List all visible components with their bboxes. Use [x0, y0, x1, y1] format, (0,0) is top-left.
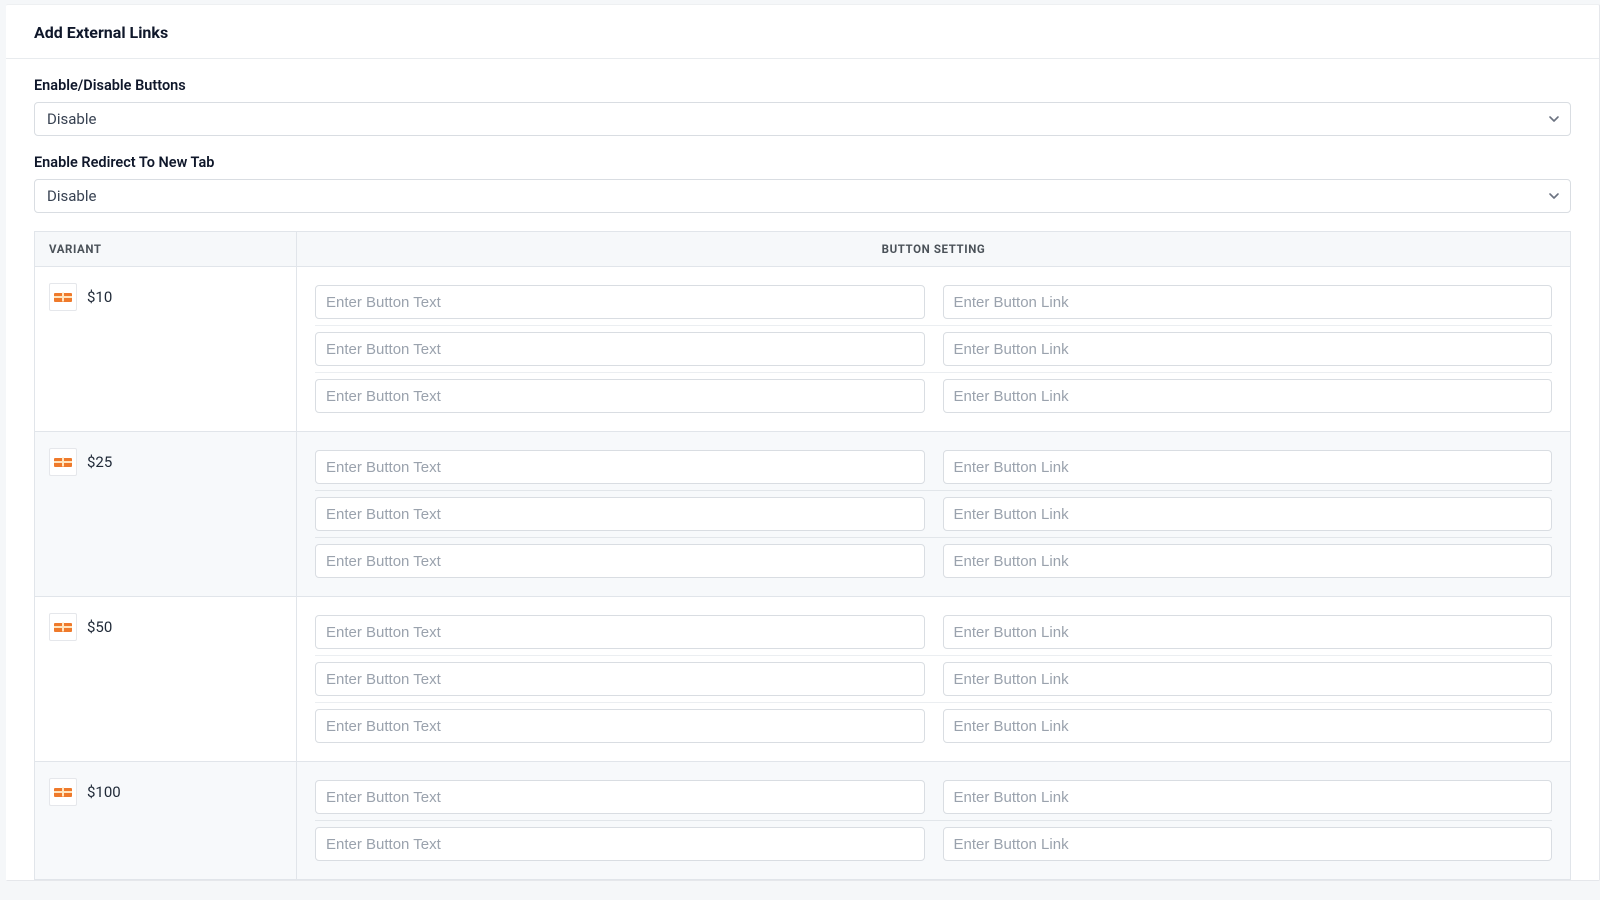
giftcard-icon: [49, 448, 77, 476]
variant-name: $50: [87, 618, 112, 636]
button-link-input[interactable]: [943, 332, 1553, 366]
button-setting-cell: [297, 762, 1571, 880]
giftcard-icon: [49, 613, 77, 641]
button-link-input[interactable]: [943, 285, 1553, 319]
button-link-input[interactable]: [943, 780, 1553, 814]
button-setting-row: [315, 702, 1552, 749]
button-text-input[interactable]: [315, 780, 925, 814]
button-link-input[interactable]: [943, 450, 1553, 484]
button-setting-row: [315, 820, 1552, 867]
variant-cell: $10: [35, 267, 297, 432]
button-setting-row: [315, 490, 1552, 537]
button-link-input[interactable]: [943, 662, 1553, 696]
variant-cell: $100: [35, 762, 297, 880]
redirect-label: Enable Redirect To New Tab: [34, 154, 1571, 171]
button-setting-row: [315, 655, 1552, 702]
button-text-input[interactable]: [315, 709, 925, 743]
button-setting-row: [315, 444, 1552, 490]
button-link-input[interactable]: [943, 379, 1553, 413]
variant-cell: $25: [35, 432, 297, 597]
chevron-down-icon: [1548, 190, 1560, 202]
table-row: $10: [35, 267, 1571, 432]
button-setting-row: [315, 372, 1552, 419]
button-setting-row: [315, 774, 1552, 820]
variant-cell: $50: [35, 597, 297, 762]
variant-name: $10: [87, 288, 112, 306]
variant-name: $100: [87, 783, 121, 801]
th-variant: Variant: [35, 232, 297, 267]
button-link-input[interactable]: [943, 827, 1553, 861]
card-header: Add External Links: [6, 5, 1599, 59]
button-setting-row: [315, 325, 1552, 372]
enable-buttons-group: Enable/Disable Buttons Disable: [34, 77, 1571, 136]
th-button-setting: Button Setting: [297, 232, 1571, 267]
button-setting-row: [315, 279, 1552, 325]
button-setting-row: [315, 537, 1552, 584]
table-row: $50: [35, 597, 1571, 762]
redirect-select[interactable]: Disable: [34, 179, 1571, 213]
button-text-input[interactable]: [315, 615, 925, 649]
card-title: Add External Links: [34, 23, 1571, 42]
table-row: $25: [35, 432, 1571, 597]
button-setting-cell: [297, 267, 1571, 432]
card-body: Enable/Disable Buttons Disable Enable Re…: [6, 59, 1599, 880]
enable-buttons-value: Disable: [47, 110, 96, 128]
button-text-input[interactable]: [315, 544, 925, 578]
table-row: $100: [35, 762, 1571, 880]
enable-buttons-label: Enable/Disable Buttons: [34, 77, 1571, 94]
button-text-input[interactable]: [315, 450, 925, 484]
button-text-input[interactable]: [315, 662, 925, 696]
giftcard-icon: [49, 778, 77, 806]
button-link-input[interactable]: [943, 544, 1553, 578]
variant-name: $25: [87, 453, 112, 471]
add-external-links-card: Add External Links Enable/Disable Button…: [6, 4, 1600, 881]
enable-buttons-select[interactable]: Disable: [34, 102, 1571, 136]
button-link-input[interactable]: [943, 615, 1553, 649]
button-text-input[interactable]: [315, 827, 925, 861]
button-text-input[interactable]: [315, 332, 925, 366]
variants-table: Variant Button Setting $10 $25 $50 $100: [34, 231, 1571, 880]
chevron-down-icon: [1548, 113, 1560, 125]
button-text-input[interactable]: [315, 379, 925, 413]
button-text-input[interactable]: [315, 497, 925, 531]
button-link-input[interactable]: [943, 497, 1553, 531]
button-setting-row: [315, 609, 1552, 655]
button-link-input[interactable]: [943, 709, 1553, 743]
button-text-input[interactable]: [315, 285, 925, 319]
redirect-group: Enable Redirect To New Tab Disable: [34, 154, 1571, 213]
button-setting-cell: [297, 432, 1571, 597]
giftcard-icon: [49, 283, 77, 311]
redirect-value: Disable: [47, 187, 96, 205]
button-setting-cell: [297, 597, 1571, 762]
